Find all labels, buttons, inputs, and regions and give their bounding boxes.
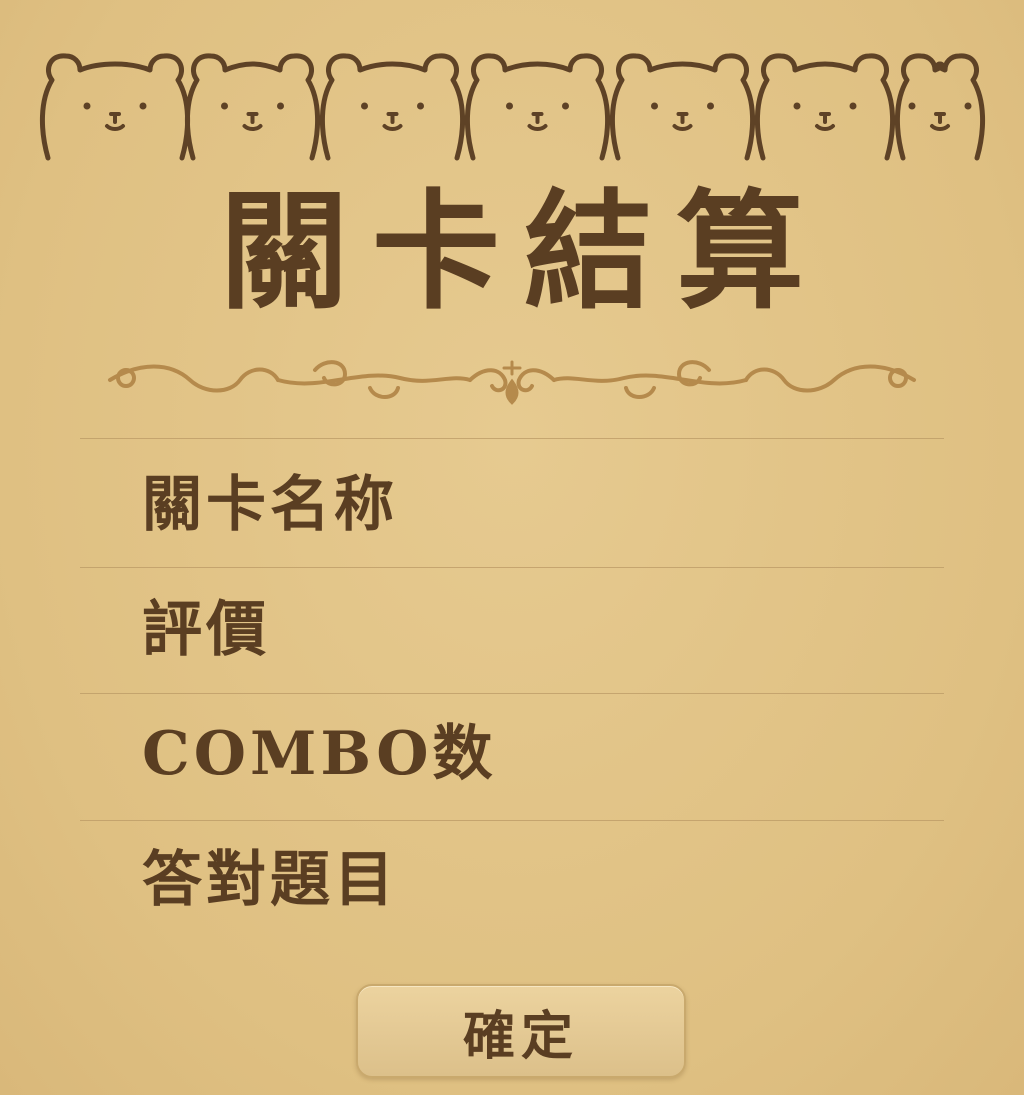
divider (80, 438, 944, 439)
combo-count-label: COMBO数 (142, 719, 497, 789)
correct-answers-label: 答對題目 (142, 845, 398, 915)
divider (80, 693, 944, 694)
divider (80, 820, 944, 821)
page-title: 關卡結算 (219, 177, 828, 327)
stage-name-label: 關卡名称 (142, 470, 398, 540)
confirm-button[interactable]: 確定 (356, 984, 686, 1078)
divider (80, 567, 944, 568)
bear-face-border-icon (39, 53, 986, 161)
flourish-divider-icon (108, 360, 916, 405)
rating-label: 評價 (142, 595, 270, 665)
